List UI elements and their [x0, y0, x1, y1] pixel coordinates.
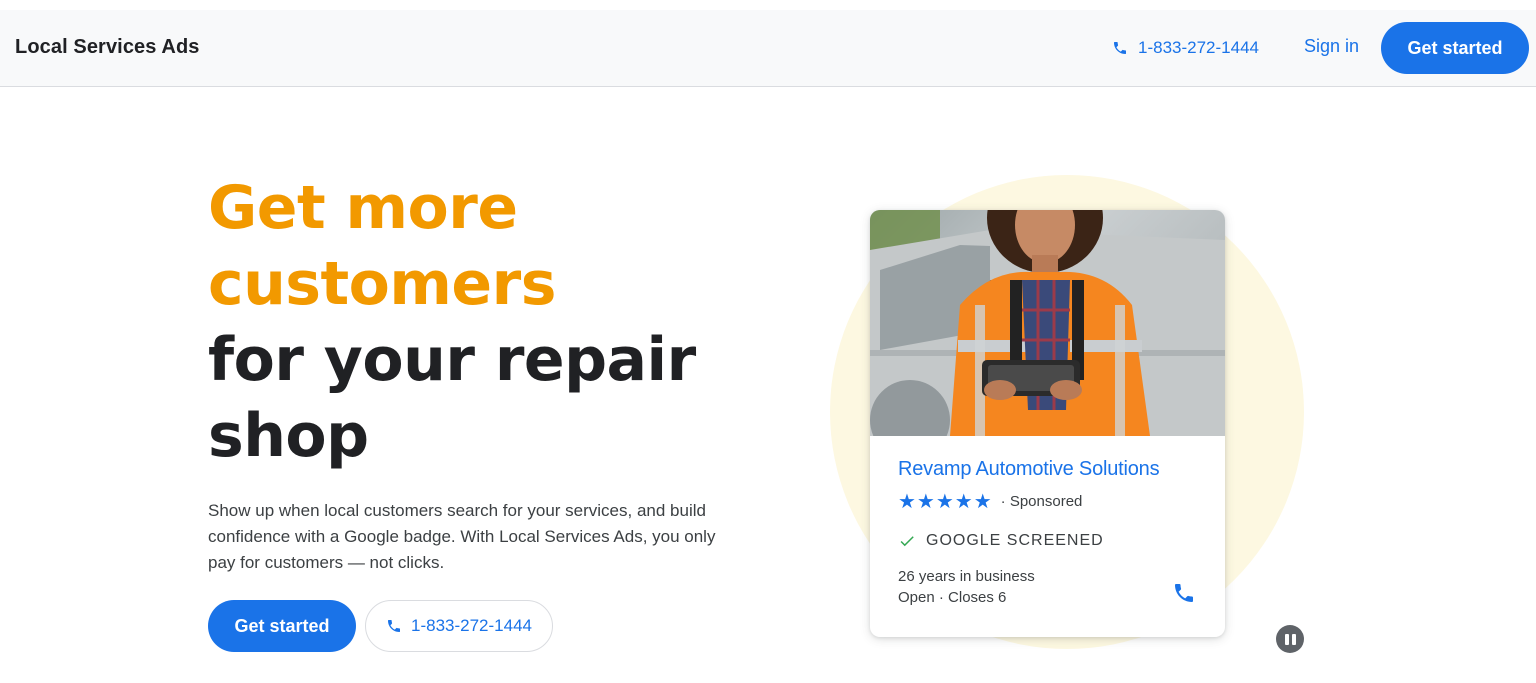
technician-photo	[870, 210, 1225, 436]
phone-icon	[1175, 584, 1193, 602]
headline-accent-line-1: Get more	[208, 173, 518, 243]
ad-card-details: Revamp Automotive Solutions ★★★★★ · Spon…	[898, 458, 1201, 608]
header-phone-number: 1-833-272-1444	[1138, 38, 1259, 57]
google-screened-badge: GOOGLE SCREENED	[898, 532, 1201, 550]
headline-dark-line-1: for your repair	[208, 325, 696, 395]
hero-get-started-button[interactable]: Get started	[208, 600, 356, 652]
header-get-started-button[interactable]: Get started	[1381, 22, 1529, 74]
years-in-business: 26 years in business	[898, 568, 1035, 585]
business-meta: 26 years in business Open · Closes 6	[898, 566, 1201, 608]
ad-preview-card: Revamp Automotive Solutions ★★★★★ · Spon…	[870, 210, 1225, 637]
sign-in-link[interactable]: Sign in	[1304, 36, 1359, 57]
sponsored-label: · Sponsored	[1000, 493, 1083, 510]
business-name-link[interactable]: Revamp Automotive Solutions	[898, 458, 1201, 481]
phone-icon	[388, 620, 400, 632]
rating-stars-icon: ★★★★★	[898, 491, 993, 513]
hero-description: Show up when local customers search for …	[208, 501, 716, 572]
brand-title[interactable]: Local Services Ads	[15, 36, 200, 59]
headline-dark-line-2: shop	[208, 401, 369, 471]
phone-icon	[1114, 42, 1126, 54]
pause-icon	[1291, 633, 1296, 645]
badge-label: GOOGLE SCREENED	[926, 532, 1104, 549]
rating-row: ★★★★★ · Sponsored	[898, 489, 1201, 514]
pause-icon	[1284, 633, 1289, 645]
hero-phone-button[interactable]: 1-833-272-1444	[365, 600, 553, 652]
hero-headline: Get more customers for your repair shop	[208, 170, 768, 474]
headline-accent-line-2: customers	[208, 249, 556, 319]
business-hours: Open · Closes 6	[898, 589, 1007, 606]
top-navigation-bar: Local Services Ads 1-833-272-1444 Sign i…	[0, 10, 1536, 87]
technician-illustration	[870, 210, 1225, 436]
pause-animation-button[interactable]	[1276, 625, 1304, 653]
hero-phone-number: 1-833-272-1444	[411, 616, 532, 635]
header-phone-link[interactable]: 1-833-272-1444	[1112, 36, 1259, 60]
call-business-button[interactable]	[1172, 581, 1196, 605]
check-icon	[900, 536, 914, 547]
